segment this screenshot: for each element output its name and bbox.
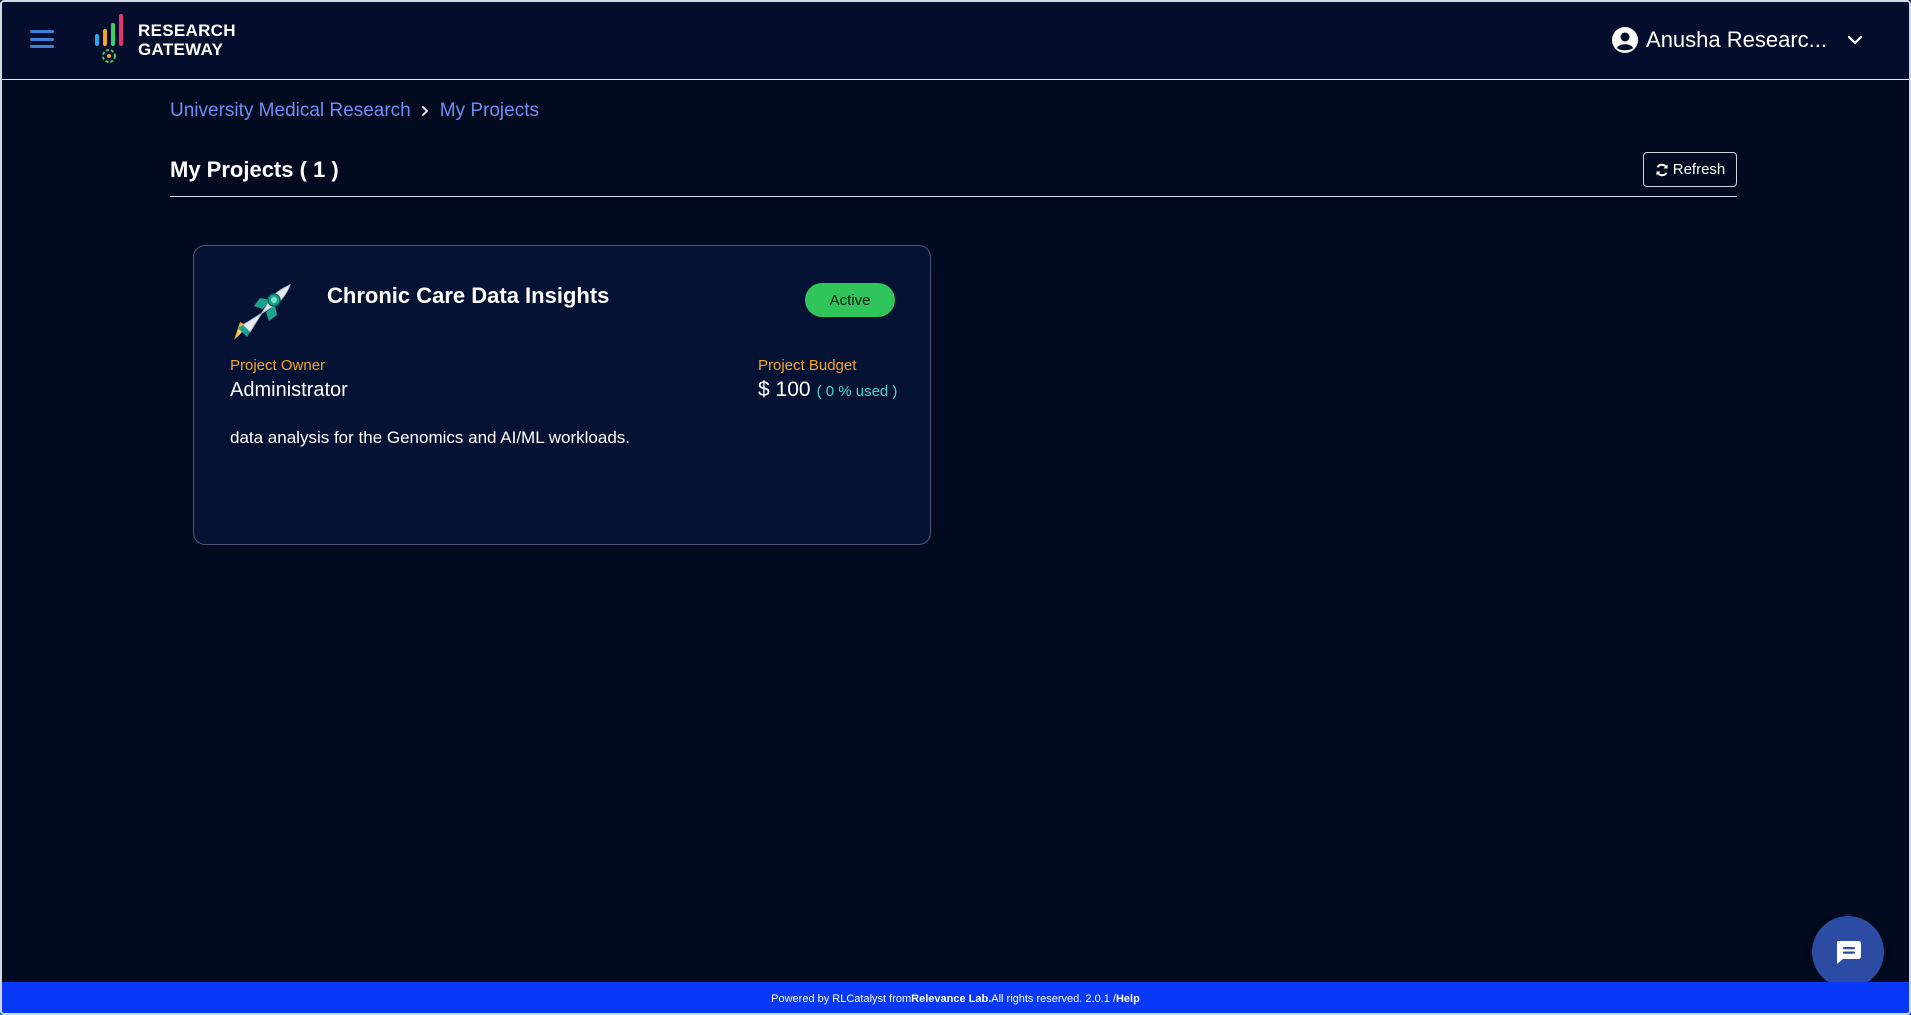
refresh-label: Refresh — [1672, 161, 1726, 178]
status-badge: Active — [805, 283, 895, 317]
page-title: My Projects ( 1 ) — [170, 157, 339, 182]
title-divider — [170, 196, 1737, 197]
project-budget-value: $ 100 — [758, 378, 811, 401]
project-budget: $ 100 ( 0 % used ) — [758, 378, 897, 402]
breadcrumb: University Medical Research My Projects — [170, 100, 539, 122]
footer-company: Relevance Lab. — [911, 992, 992, 1005]
project-description: data analysis for the Genomics and AI/ML… — [230, 428, 631, 447]
logo-line-2: GATEWAY — [138, 40, 224, 59]
breadcrumb-organization[interactable]: University Medical Research — [170, 100, 411, 122]
footer-suffix: All rights reserved. 2.0.1 / — [991, 992, 1116, 1005]
project-card[interactable]: Chronic Care Data Insights Active Projec… — [193, 245, 931, 545]
breadcrumb-my-projects[interactable]: My Projects — [440, 100, 539, 122]
project-name[interactable]: Chronic Care Data Insights — [327, 283, 609, 309]
chevron-down-icon — [1847, 35, 1863, 45]
logo-line-1: RESEARCH — [138, 21, 236, 40]
user-name: Anusha Researc... — [1646, 27, 1827, 52]
chevron-right-icon — [421, 106, 429, 116]
project-budget-used: ( 0 % used ) — [816, 383, 898, 400]
footer-help-link[interactable]: Help — [1116, 993, 1140, 1005]
refresh-button[interactable]: Refresh — [1643, 152, 1737, 187]
research-gateway-logo[interactable]: RESEARCH GATEWAY — [92, 12, 236, 68]
logo-mark-icon — [95, 14, 123, 63]
project-owner-label: Project Owner — [230, 357, 326, 374]
project-budget-label: Project Budget — [758, 357, 857, 374]
refresh-icon — [1656, 163, 1668, 176]
user-circle-icon — [1612, 27, 1639, 53]
rocket-icon — [234, 283, 291, 340]
chat-bubble-icon — [1837, 941, 1861, 964]
logo-text: RESEARCH GATEWAY — [138, 21, 236, 59]
footer-prefix: Powered by RLCatalyst from — [771, 992, 912, 1005]
user-menu[interactable]: Anusha Researc... — [1612, 22, 1863, 58]
footer: Powered by RLCatalyst from Relevance Lab… — [0, 982, 1911, 1015]
top-navbar: RESEARCH GATEWAY Anusha Researc... — [0, 0, 1911, 80]
chat-button[interactable] — [1812, 916, 1884, 988]
project-owner-value: Administrator — [230, 379, 348, 401]
hamburger-menu-icon[interactable] — [30, 30, 54, 48]
